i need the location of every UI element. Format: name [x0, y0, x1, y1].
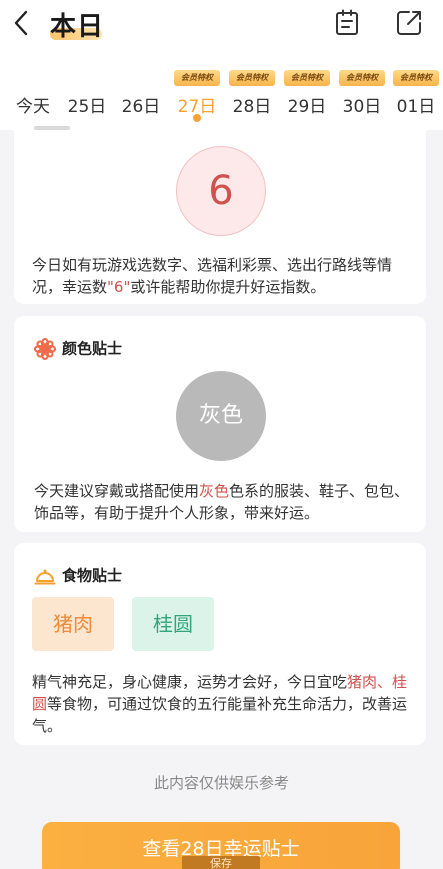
- date-tab-label: 29日: [287, 97, 327, 117]
- food-tip-card: 食物贴士 猪肉 桂圆 精气神充足，身心健康，运势才会好，今日宜吃猪肉、桂圆等食物…: [14, 543, 426, 745]
- date-tabs: 今天 25日 26日 会员特权 27日 会员特权 28日 会员特权 29日 会员…: [0, 68, 443, 128]
- vip-badge: 会员特权: [229, 70, 275, 86]
- text-segment: 等食物，可通过饮食的五行能量补充生命活力，改善运气。: [32, 695, 408, 735]
- date-tab-label: 今天: [16, 97, 50, 117]
- date-tab-label: 25日: [67, 97, 107, 117]
- section-title: 颜色贴士: [34, 336, 122, 360]
- date-tab-28[interactable]: 会员特权 28日: [225, 68, 279, 128]
- food-cloche-icon: [34, 569, 56, 584]
- date-tab-30[interactable]: 会员特权 30日: [335, 68, 389, 128]
- date-tab-label: 26日: [121, 97, 161, 117]
- header: 本日 今天 25日 26日 会员特权 27日 会员特权 28日 会员特权 29日…: [0, 0, 443, 130]
- lucky-number-highlight: "6": [107, 278, 131, 296]
- disclaimer: 此内容仅供娱乐参考: [153, 774, 289, 792]
- text-segment: 精气神充足，身心健康，运势才会好，今日宜吃: [32, 673, 348, 691]
- lucky-number-card: 6 今日如有玩游戏选数字、选福利彩票、选出行路线等情况，幸运数"6"或许能帮助你…: [14, 126, 426, 304]
- date-tab-27[interactable]: 会员特权 27日: [170, 68, 224, 128]
- text-segment: 或许能帮助你提升好运指数。: [130, 278, 326, 296]
- date-tab-label: 01日: [396, 97, 436, 117]
- external-link-icon: [397, 11, 421, 35]
- divider: [34, 126, 70, 130]
- chevron-left-icon: [14, 10, 28, 36]
- vip-badge: 会员特权: [339, 70, 385, 86]
- calendar-button[interactable]: [332, 8, 362, 38]
- date-tab-label: 28日: [232, 97, 272, 117]
- food-tip-text: 精气神充足，身心健康，运势才会好，今日宜吃猪肉、桂圆等食物，可通过饮食的五行能量…: [32, 671, 412, 737]
- text-separator: 、: [377, 673, 393, 691]
- food-tag: 猪肉: [32, 597, 114, 651]
- share-button[interactable]: [394, 8, 424, 38]
- date-tab-25[interactable]: 25日: [60, 68, 114, 128]
- lucky-number: 6: [176, 146, 266, 236]
- flower-icon: [34, 337, 56, 360]
- date-tab-26[interactable]: 26日: [114, 68, 168, 128]
- page-title-wrap: 本日: [48, 2, 108, 46]
- date-tab-today[interactable]: 今天: [6, 68, 60, 128]
- save-button[interactable]: 保存: [182, 856, 260, 869]
- text-segment: 今天建议穿戴或搭配使用: [34, 482, 200, 500]
- page-title: 本日: [50, 12, 105, 42]
- section-title-text: 食物贴士: [62, 566, 123, 585]
- color-highlight: 灰色: [199, 482, 230, 500]
- food-tag: 桂圆: [132, 597, 214, 651]
- section-title-text: 颜色贴士: [62, 339, 123, 358]
- lucky-number-text: 今日如有玩游戏选数字、选福利彩票、选出行路线等情况，幸运数"6"或许能帮助你提升…: [32, 254, 412, 298]
- date-tab-01[interactable]: 会员特权 01日: [389, 68, 443, 128]
- vip-badge: 会员特权: [393, 70, 439, 86]
- section-title: 食物贴士: [34, 563, 122, 587]
- back-button[interactable]: [8, 6, 38, 40]
- food-highlight: 猪肉: [347, 673, 378, 691]
- calendar-list-icon: [336, 9, 358, 35]
- date-tab-29[interactable]: 会员特权 29日: [280, 68, 334, 128]
- color-tip-card: 颜色贴士 灰色 今天建议穿戴或搭配使用灰色色系的服装、鞋子、包包、饰品等，有助于…: [14, 316, 426, 532]
- vip-badge: 会员特权: [174, 70, 220, 86]
- color-tip-text: 今天建议穿戴或搭配使用灰色色系的服装、鞋子、包包、饰品等，有助于提升个人形象，带…: [34, 480, 414, 524]
- color-swatch: 灰色: [176, 371, 266, 461]
- active-indicator: [193, 114, 201, 122]
- date-tab-label: 30日: [342, 97, 382, 117]
- vip-badge: 会员特权: [284, 70, 330, 86]
